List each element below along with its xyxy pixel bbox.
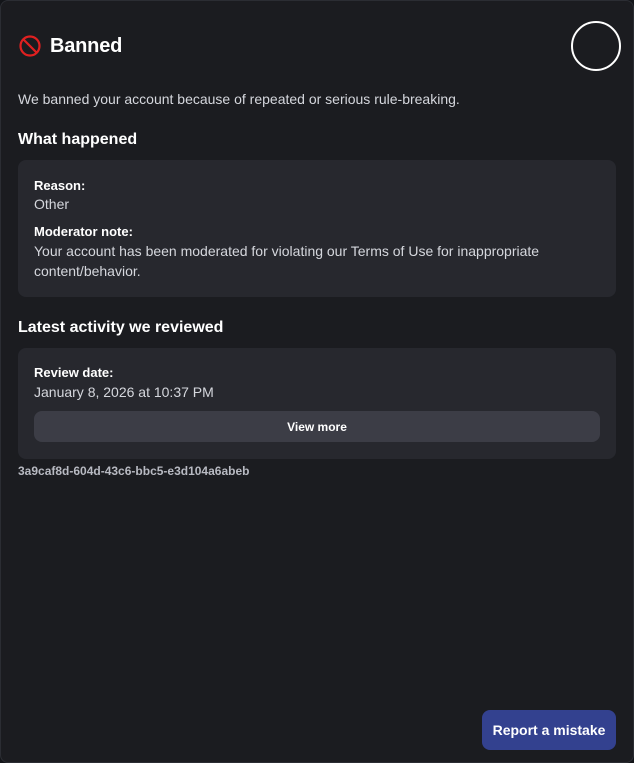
moderator-note-value: Your account has been moderated for viol…: [34, 243, 540, 279]
reason-value: Other: [34, 196, 70, 212]
latest-activity-heading: Latest activity we reviewed: [18, 319, 224, 336]
review-date-label: Review date:: [34, 365, 114, 380]
what-happened-card: Reason: Other Moderator note: Your accou…: [18, 160, 616, 297]
reference-id: 3a9caf8d-604d-43c6-bbc5-e3d104a6abeb: [18, 464, 250, 478]
ban-explanation: We banned your account because of repeat…: [18, 91, 460, 107]
ban-notice-modal: Banned We banned your account because of…: [0, 0, 634, 763]
ban-icon: [18, 34, 42, 58]
reason-label: Reason:: [34, 178, 86, 193]
what-happened-heading: What happened: [18, 131, 138, 148]
view-more-button[interactable]: View more: [34, 411, 600, 442]
close-button[interactable]: [571, 21, 621, 71]
report-mistake-button[interactable]: Report a mistake: [482, 710, 616, 750]
moderator-note-label: Moderator note:: [34, 224, 133, 239]
review-date-value: January 8, 2026 at 10:37 PM: [34, 384, 214, 400]
page-title: Banned: [50, 34, 123, 57]
modal-header: Banned: [18, 34, 122, 58]
latest-activity-card: Review date: January 8, 2026 at 10:37 PM…: [18, 348, 616, 459]
